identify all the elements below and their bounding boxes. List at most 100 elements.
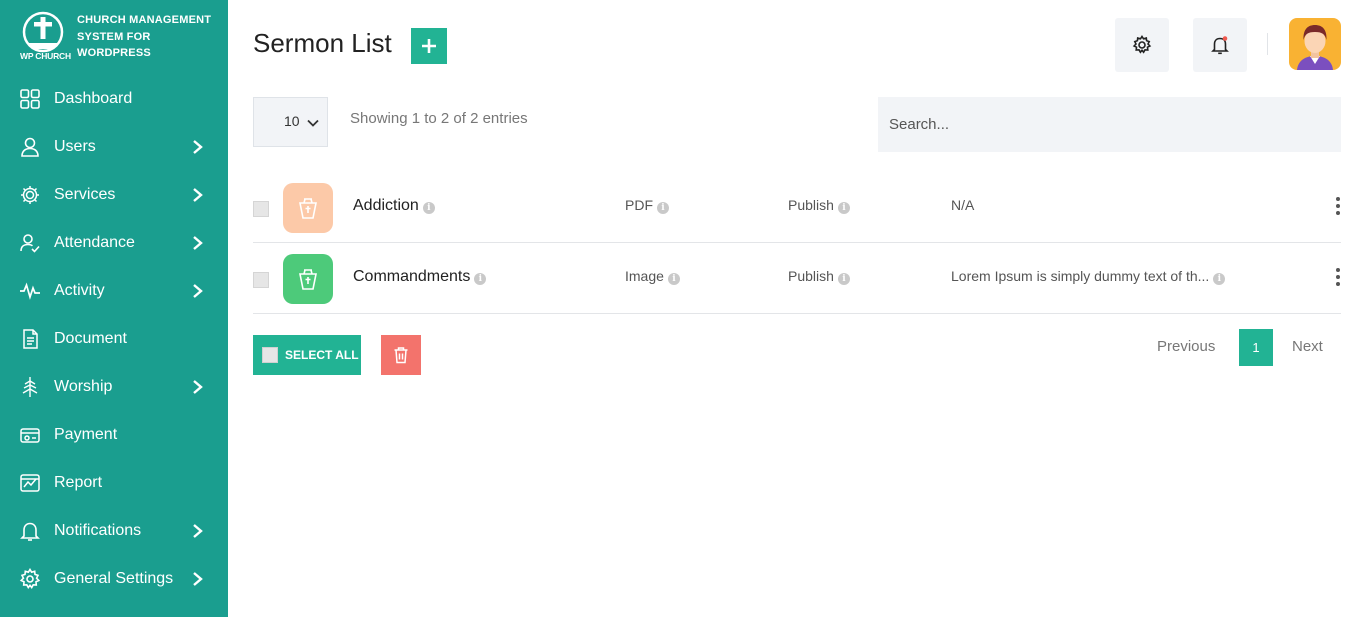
sidebar-item-label: General Settings [54, 570, 174, 587]
sermon-status-text: Publish [788, 197, 834, 213]
pulpit-icon [299, 269, 317, 290]
bell-icon [1211, 36, 1229, 55]
dashboard-icon [20, 89, 40, 109]
sidebar-item-label: Document [54, 330, 127, 347]
sidebar-item-dashboard[interactable]: Dashboard [0, 75, 228, 123]
search-input[interactable] [878, 97, 1341, 152]
brand-title-line3: WORDPRESS [77, 47, 151, 59]
brand-title-line1: CHURCH MANAGEMENT [77, 14, 212, 26]
table-row: Commandments i Image i Publish i Lorem Ipsu… [253, 243, 1341, 314]
delete-button[interactable] [381, 335, 421, 375]
chevron-right-icon [193, 140, 203, 154]
gear-icon [19, 568, 41, 589]
sidebar-item-document[interactable]: Document [0, 315, 228, 363]
select-all-button[interactable]: SELECT ALL [253, 335, 361, 375]
attendance-icon [20, 234, 40, 253]
header-divider [1267, 33, 1268, 55]
sidebar-item-activity[interactable]: Activity [0, 267, 228, 315]
sidebar-item-payment[interactable]: Payment [0, 411, 228, 459]
row-checkbox[interactable] [253, 272, 269, 288]
services-icon [21, 186, 39, 204]
chevron-right-icon [193, 236, 203, 250]
activity-icon [20, 282, 40, 300]
sidebar-item-label: Users [54, 138, 96, 155]
row-checkbox[interactable] [253, 201, 269, 217]
sermon-description: N/A [951, 197, 974, 213]
sermon-type: Image i [625, 268, 680, 285]
page-length-value: 10 [284, 113, 300, 129]
pagination-previous[interactable]: Previous [1157, 338, 1215, 355]
sermon-description-text: N/A [951, 197, 975, 213]
sidebar-item-label: Attendance [54, 234, 135, 251]
chevron-right-icon [193, 380, 203, 394]
pulpit-icon [299, 198, 317, 219]
sidebar-item-label: Dashboard [54, 90, 133, 107]
page-length-select[interactable]: 10 [253, 97, 328, 147]
row-actions-menu[interactable] [1333, 194, 1343, 220]
user-avatar-icon [1297, 25, 1333, 70]
sidebar-item-label: Activity [54, 282, 105, 299]
sidebar-item-label: Worship [54, 378, 113, 395]
sidebar-item-notifications[interactable]: Notifications [0, 507, 228, 555]
sidebar-item-users[interactable]: Users [0, 123, 228, 171]
sermon-thumbnail [283, 254, 333, 304]
select-all-checkbox [262, 347, 278, 363]
sidebar-item-services[interactable]: Services [0, 171, 228, 219]
sidebar-item-attendance[interactable]: Attendance [0, 219, 228, 267]
table-row: Addiction i PDF i Publish i N/A [253, 172, 1341, 243]
settings-button[interactable] [1115, 18, 1169, 72]
sermon-status: Publish i [788, 268, 850, 285]
sidebar: WP CHURCH CHURCH MANAGEMENT SYSTEM FOR W… [0, 0, 228, 617]
sermon-type-text: PDF [625, 197, 653, 213]
sidebar-item-label: Services [54, 186, 116, 203]
worship-icon [22, 377, 38, 397]
chevron-right-icon [193, 188, 203, 202]
sermon-name-text: Commandments [353, 268, 471, 285]
entries-info: Showing 1 to 2 of 2 entries [350, 110, 528, 127]
avatar[interactable] [1289, 18, 1341, 70]
info-icon: i [474, 273, 487, 285]
brand-title: CHURCH MANAGEMENT SYSTEM FOR WORDPRESS [77, 12, 211, 62]
sermon-status: Publish i [788, 197, 850, 214]
sidebar-item-worship[interactable]: Worship [0, 363, 228, 411]
brand-sub: WP CHURCH [20, 51, 71, 61]
sidebar-item-report[interactable]: Report [0, 459, 228, 507]
add-sermon-button[interactable] [411, 28, 447, 64]
chevron-right-icon [193, 284, 203, 298]
select-all-label: SELECT ALL [285, 348, 359, 362]
info-icon: i [422, 202, 435, 214]
sermon-name[interactable]: Addiction i [353, 197, 435, 215]
chevron-right-icon [193, 572, 203, 586]
document-icon [23, 329, 38, 349]
pagination-page-1[interactable]: 1 [1239, 329, 1273, 366]
sidebar-item-general-settings[interactable]: General Settings [0, 555, 228, 603]
info-icon: i [837, 273, 850, 285]
row-actions-menu[interactable] [1333, 265, 1343, 291]
sermon-description: Lorem Ipsum is simply dummy text of th..… [951, 268, 1226, 285]
sermon-name[interactable]: Commandments i [353, 268, 487, 286]
gear-icon [1132, 35, 1152, 54]
chevron-down-icon [307, 119, 319, 127]
sermon-thumbnail [283, 183, 333, 233]
brand-title-line2: SYSTEM FOR [77, 30, 151, 43]
sermon-description-text: Lorem Ipsum is simply dummy text of th..… [951, 268, 1210, 284]
info-icon: i [667, 273, 680, 285]
sidebar-item-label: Payment [54, 426, 118, 443]
page-title: Sermon List [253, 28, 392, 58]
bell-icon [20, 522, 40, 541]
sidebar-item-label: Notifications [54, 522, 142, 539]
sidebar-item-label: Report [54, 474, 103, 491]
plus-icon [422, 39, 436, 53]
chevron-right-icon [193, 524, 203, 538]
brand-logo[interactable]: WP CHURCH CHURCH MANAGEMENT SYSTEM FOR W… [20, 11, 220, 63]
user-icon [21, 137, 39, 157]
payment-icon [20, 428, 40, 443]
sermon-status-text: Publish [788, 268, 834, 284]
pagination-next[interactable]: Next [1292, 338, 1323, 355]
sermon-name-text: Addiction [353, 197, 419, 214]
sermon-type-text: Image [625, 268, 664, 284]
report-icon [20, 474, 40, 492]
info-icon: i [1213, 273, 1226, 285]
notifications-button[interactable] [1193, 18, 1247, 72]
info-icon: i [837, 202, 850, 214]
